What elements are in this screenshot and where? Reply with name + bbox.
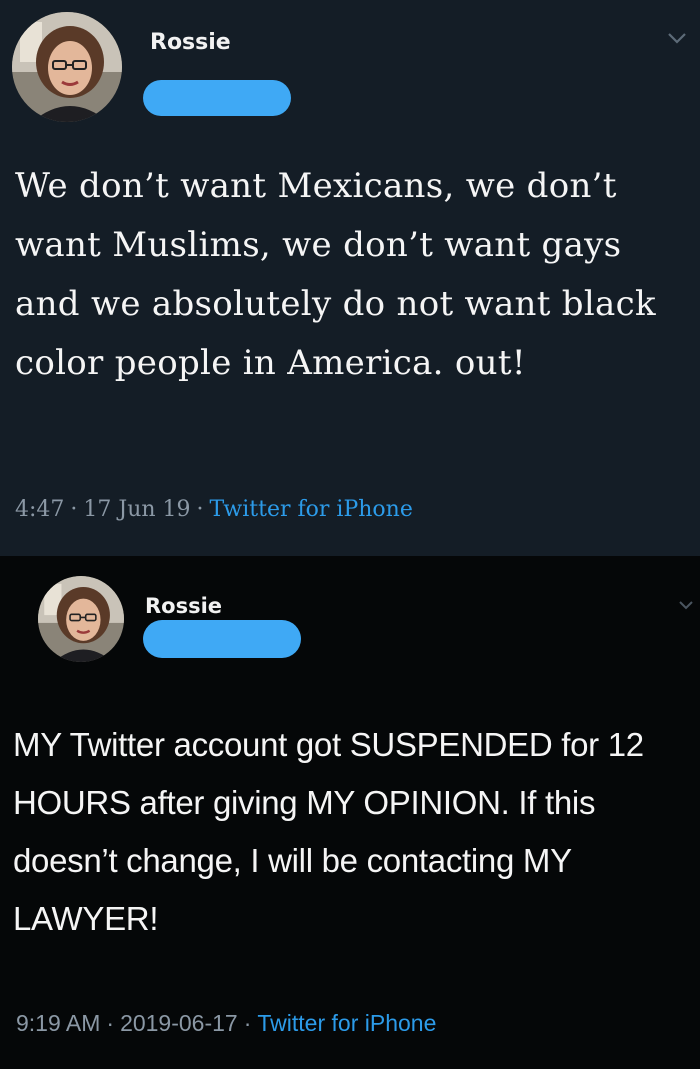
redacted-handle [143, 80, 291, 116]
tweet-card[interactable]: Rossie MY Twitter account got SUSPENDED … [0, 556, 700, 1069]
redacted-handle [143, 620, 301, 658]
tweet-date: 17 Jun 19 [83, 497, 191, 522]
chevron-down-icon[interactable] [667, 32, 687, 44]
chevron-down-icon[interactable] [678, 600, 694, 610]
tweet-text: MY Twitter account got SUSPENDED for 12 … [13, 726, 644, 937]
meta-separator: · [106, 1010, 115, 1036]
tweet-time: 9:19 AM [16, 1010, 101, 1036]
author-name[interactable]: Rossie [150, 30, 231, 55]
meta-separator: · [243, 1010, 252, 1036]
tweet-meta: 9:19 AM · 2019-06-17 · Twitter for iPhone [16, 1010, 436, 1037]
meta-separator: · [196, 497, 204, 522]
avatar[interactable] [38, 576, 124, 662]
meta-separator: · [70, 497, 78, 522]
tweet-source-link[interactable]: Twitter for iPhone [210, 497, 413, 522]
tweet-card[interactable]: Rossie We don’t want Mexicans, we don’t … [0, 0, 700, 556]
tweet-source-link[interactable]: Twitter for iPhone [257, 1010, 436, 1036]
tweet-meta: 4:47 · 17 Jun 19 · Twitter for iPhone [15, 497, 413, 522]
tweet-time: 4:47 [15, 497, 65, 522]
tweet-text: We don’t want Mexicans, we don’t want Mu… [15, 166, 656, 383]
author-name[interactable]: Rossie [145, 594, 222, 618]
avatar[interactable] [12, 12, 122, 122]
tweet-date: 2019-06-17 [120, 1010, 238, 1036]
